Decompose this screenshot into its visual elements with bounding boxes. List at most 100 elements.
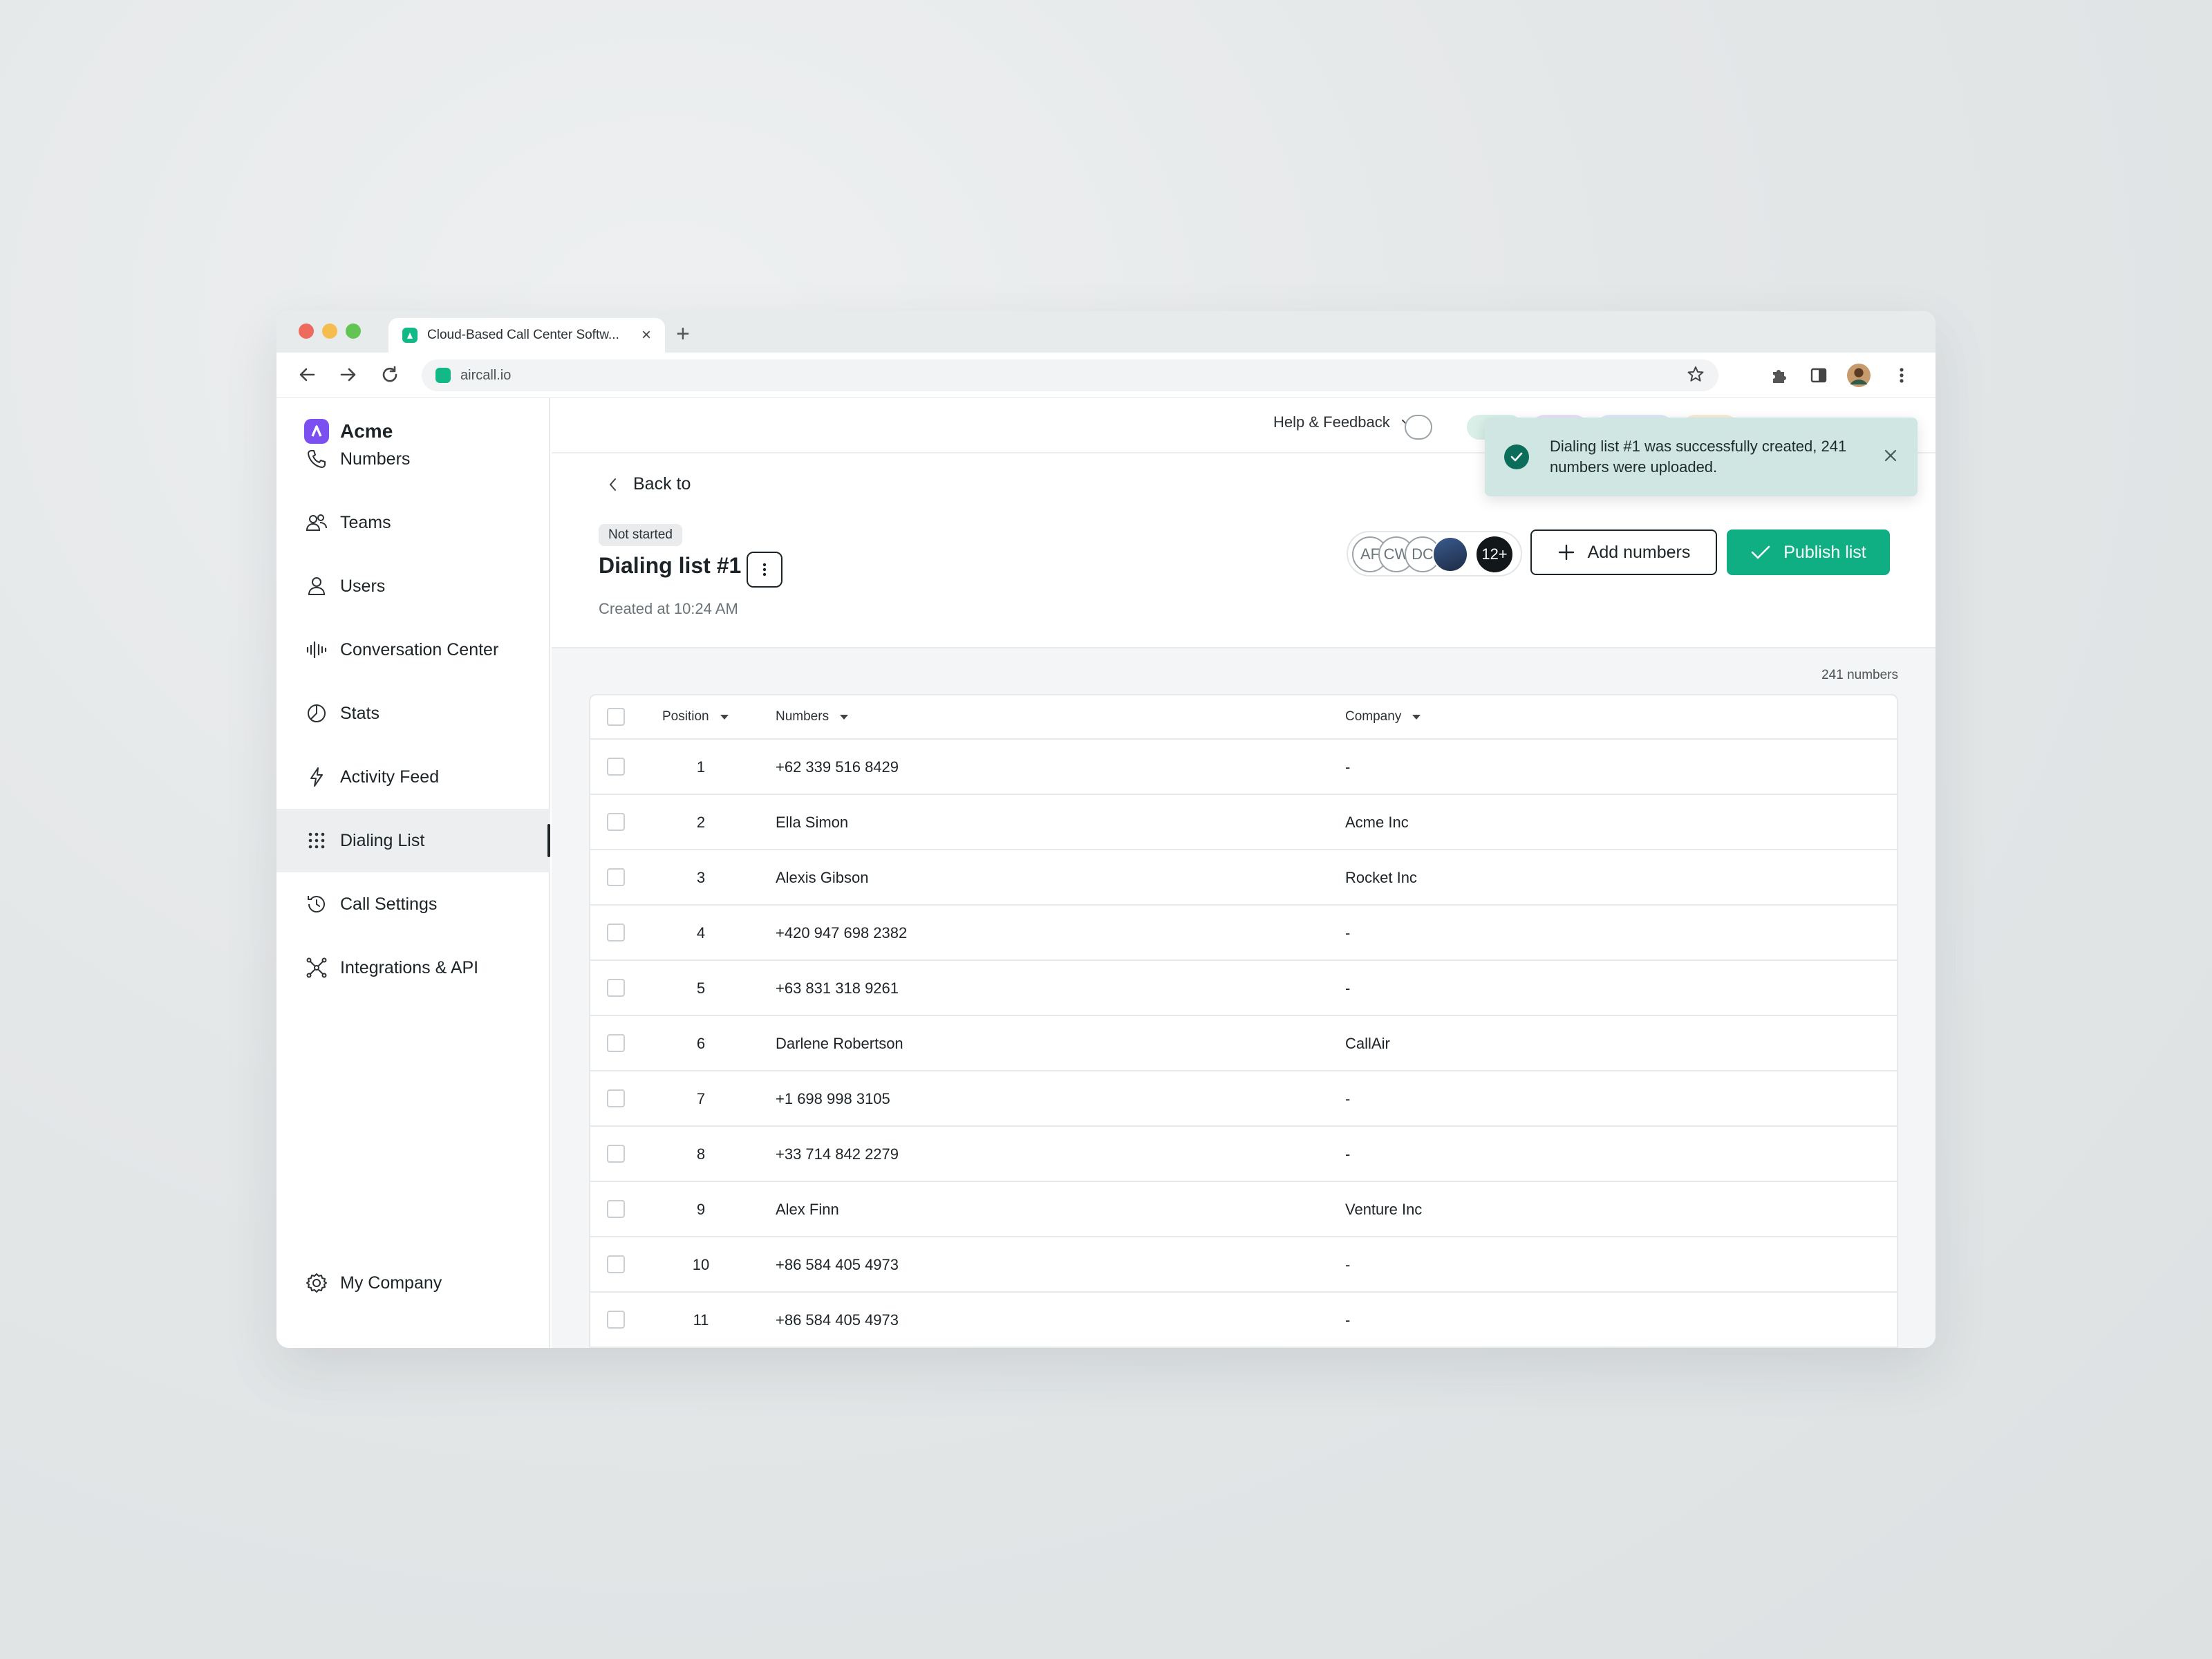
- row-checkbox[interactable]: [607, 1089, 625, 1107]
- row-checkbox[interactable]: [607, 1145, 625, 1163]
- row-checkbox[interactable]: [607, 979, 625, 997]
- profile-avatar[interactable]: [1847, 364, 1871, 387]
- back-label: Back to: [633, 474, 691, 494]
- new-tab-icon[interactable]: +: [676, 321, 690, 348]
- cell-number: Darlene Robertson: [776, 1035, 903, 1052]
- close-window-button[interactable]: [299, 324, 314, 339]
- more-vertical-icon: [762, 563, 767, 577]
- toast-close-icon[interactable]: [1883, 448, 1898, 467]
- row-checkbox[interactable]: [607, 1200, 625, 1218]
- assignee-avatars[interactable]: AF CW DC 12+: [1347, 531, 1522, 577]
- reload-icon[interactable]: [377, 362, 402, 387]
- table-row[interactable]: 3 Alexis Gibson Rocket Inc: [590, 850, 1897, 906]
- cell-position: 2: [696, 814, 706, 831]
- numbers-count: 241 numbers: [1821, 668, 1898, 682]
- sidebar-item-users[interactable]: Users: [276, 554, 550, 618]
- sidebar-item-dialing-list[interactable]: Dialing List: [276, 809, 550, 872]
- table-section: 241 numbers Position Numbers Company 1 +…: [552, 647, 1936, 1348]
- table-row[interactable]: 10 +86 584 405 4973 -: [590, 1237, 1897, 1293]
- sidebar-item-conversation-center[interactable]: Conversation Center: [276, 618, 550, 682]
- user-icon: [304, 574, 329, 599]
- url-text: aircall.io: [460, 367, 512, 383]
- success-toast: Dialing list #1 was successfully created…: [1485, 418, 1918, 496]
- publish-list-button[interactable]: Publish list: [1727, 529, 1890, 575]
- minimize-window-button[interactable]: [322, 324, 337, 339]
- sidebar-item-stats[interactable]: Stats: [276, 682, 550, 745]
- side-panel-icon[interactable]: [1807, 364, 1830, 387]
- table-row[interactable]: 2 Ella Simon Acme Inc: [590, 795, 1897, 850]
- row-checkbox[interactable]: [607, 1034, 625, 1052]
- more-options-button[interactable]: [747, 552, 782, 588]
- cell-number: +86 584 405 4973: [776, 1311, 899, 1329]
- table-row[interactable]: 8 +33 714 842 2279 -: [590, 1127, 1897, 1182]
- tab-close-icon[interactable]: ×: [641, 326, 651, 345]
- cell-company: Rocket Inc: [1345, 869, 1417, 886]
- browser-menu-icon[interactable]: [1890, 364, 1913, 387]
- table-row[interactable]: 5 +63 831 318 9261 -: [590, 961, 1897, 1016]
- cell-position: 5: [696, 980, 706, 997]
- address-bar[interactable]: aircall.io: [422, 359, 1718, 391]
- column-header-company[interactable]: Company: [1345, 709, 1422, 724]
- select-all-checkbox[interactable]: [607, 708, 625, 726]
- lightning-icon: [304, 765, 329, 789]
- sidebar-item-label: Conversation Center: [340, 639, 499, 659]
- waveform-icon: [304, 637, 329, 662]
- cell-position: 11: [693, 1311, 709, 1329]
- sidebar-item-activity-feed[interactable]: Activity Feed: [276, 745, 550, 809]
- browser-window: Cloud-Based Call Center Softw... × + air…: [276, 311, 1936, 1348]
- cell-company: -: [1345, 1090, 1351, 1107]
- column-header-numbers[interactable]: Numbers: [776, 709, 850, 724]
- table-row[interactable]: 11 +86 584 405 4973 -: [590, 1293, 1897, 1348]
- sidebar-item-numbers[interactable]: Numbers: [276, 427, 550, 491]
- table-row[interactable]: 9 Alex Finn Venture Inc: [590, 1182, 1897, 1237]
- row-checkbox[interactable]: [607, 1255, 625, 1273]
- sidebar-item-call-settings[interactable]: Call Settings: [276, 872, 550, 936]
- row-checkbox[interactable]: [607, 813, 625, 831]
- cell-position: 8: [696, 1145, 706, 1163]
- tab-title: Cloud-Based Call Center Softw...: [427, 328, 619, 342]
- created-timestamp: Created at 10:24 AM: [599, 600, 738, 617]
- sort-caret-icon: [720, 715, 729, 720]
- cell-number: +420 947 698 2382: [776, 924, 908, 941]
- row-checkbox[interactable]: [607, 758, 625, 776]
- browser-toolbar: aircall.io: [276, 353, 1936, 398]
- sidebar-item-my-company[interactable]: My Company: [276, 1251, 550, 1315]
- sidebar-item-label: Stats: [340, 703, 379, 723]
- bookmark-star-icon[interactable]: [1687, 365, 1705, 386]
- table-row[interactable]: 1 +62 339 516 8429 -: [590, 740, 1897, 795]
- cell-position: 3: [696, 869, 706, 886]
- add-numbers-button[interactable]: Add numbers: [1530, 529, 1717, 575]
- cell-position: 4: [696, 924, 706, 941]
- browser-tab[interactable]: Cloud-Based Call Center Softw... ×: [388, 318, 665, 353]
- help-feedback-dropdown[interactable]: Help & Feedback: [1273, 413, 1414, 431]
- forward-arrow-icon[interactable]: [336, 362, 361, 387]
- avatar-photo: [1432, 536, 1468, 572]
- cell-position: 1: [696, 758, 706, 776]
- back-link[interactable]: Back to: [607, 474, 691, 494]
- column-label: Company: [1345, 709, 1402, 724]
- network-icon: [304, 955, 329, 980]
- maximize-window-button[interactable]: [346, 324, 361, 339]
- check-icon: [1751, 545, 1770, 559]
- sidebar-item-teams[interactable]: Teams: [276, 491, 550, 554]
- cell-position: 9: [696, 1201, 706, 1218]
- table-row[interactable]: 6 Darlene Robertson CallAir: [590, 1016, 1897, 1071]
- status-badge: Not started: [599, 524, 682, 546]
- cell-position: 6: [696, 1035, 706, 1052]
- sidebar-item-label: Activity Feed: [340, 767, 440, 787]
- table-header: Position Numbers Company: [590, 695, 1897, 740]
- column-header-position[interactable]: Position: [662, 709, 730, 724]
- sidebar-item-integrations-api[interactable]: Integrations & API: [276, 936, 550, 1000]
- extensions-puzzle-icon[interactable]: [1767, 364, 1790, 387]
- row-checkbox[interactable]: [607, 924, 625, 941]
- table-row[interactable]: 4 +420 947 698 2382 -: [590, 906, 1897, 961]
- aircall-favicon-icon: [402, 328, 418, 343]
- topbar-avatar[interactable]: [1405, 415, 1432, 440]
- sidebar-item-label: Call Settings: [340, 894, 438, 914]
- back-arrow-icon[interactable]: [294, 362, 319, 387]
- column-label: Position: [662, 709, 709, 724]
- row-checkbox[interactable]: [607, 868, 625, 886]
- table-row[interactable]: 7 +1 698 998 3105 -: [590, 1071, 1897, 1127]
- plus-icon: [1558, 544, 1574, 561]
- row-checkbox[interactable]: [607, 1311, 625, 1329]
